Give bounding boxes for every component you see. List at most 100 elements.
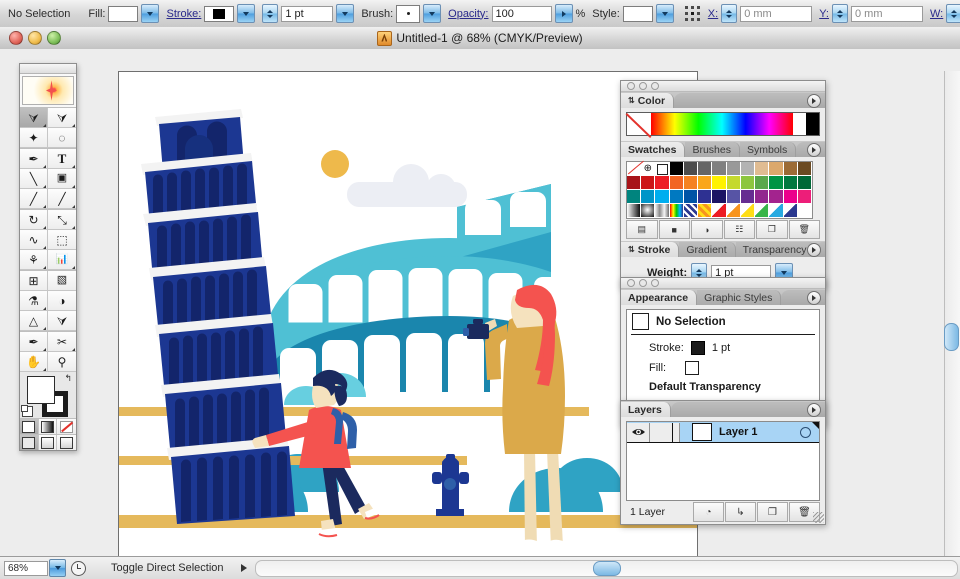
opacity-field[interactable]: 100 [491,5,552,22]
swatch-color[interactable] [726,204,741,218]
tab-layers[interactable]: Layers [621,402,671,417]
create-new-layer-button[interactable]: ❐ [757,502,788,522]
appearance-stroke-row[interactable]: Stroke: 1 pt [627,338,819,358]
tab-stroke[interactable]: ⇅ Stroke [621,242,680,257]
swatch-color[interactable] [797,176,812,190]
tab-swatches[interactable]: Swatches [621,142,686,157]
brush-swatch[interactable] [396,4,421,23]
swatch-color[interactable] [783,204,798,218]
w-stepper[interactable] [946,4,960,23]
layer-target-icon[interactable] [800,426,811,438]
swatch-color[interactable] [740,190,756,204]
direct-selection-tool[interactable]: ⮛ [48,108,76,128]
swatch-registration[interactable]: ⊕ [641,162,656,176]
swatch-color[interactable] [755,176,770,190]
swatch-color[interactable] [740,204,756,218]
swatch-color[interactable] [783,190,798,204]
tab-color[interactable]: ⇅ Color [621,93,675,108]
scissors-tool[interactable]: ✂ [48,332,76,352]
layers-list[interactable]: Layer 1 [626,421,820,501]
create-new-sublayer-button[interactable]: ↳ [725,502,756,522]
fill-dropdown-arrow[interactable] [141,4,160,23]
opacity-dropdown-arrow[interactable] [554,4,573,23]
status-menu-arrow-icon[interactable] [240,564,247,572]
swatch-color[interactable] [726,190,741,204]
pen-tool[interactable]: ✒ [20,149,48,169]
color-spectrum-ramp[interactable] [626,112,820,136]
swatch-color[interactable] [669,176,684,190]
gradient-fill-mode-button[interactable] [38,419,58,434]
tab-symbols[interactable]: Symbols [739,142,797,157]
swatch-color[interactable] [627,176,642,190]
artboard[interactable] [118,71,698,559]
rectangle-tool[interactable]: ▣ [48,169,76,189]
stroke-weight-field[interactable]: 1 pt [281,5,334,22]
y-stepper[interactable] [832,4,848,23]
panel-dots-bar[interactable] [621,81,825,92]
layer-thumbnail[interactable] [692,423,712,441]
swatch-options-button[interactable]: ◑ [691,220,723,239]
color-panel-menu-icon[interactable] [807,94,821,108]
swatch-color[interactable] [712,190,727,204]
tab-brushes[interactable]: Brushes [685,142,740,157]
swatch-color[interactable] [797,162,812,176]
swatch-color[interactable] [755,190,770,204]
hand-tool[interactable]: ✋ [20,352,48,372]
line-segment-tool[interactable]: ╲ [20,169,48,189]
swatch-color[interactable] [783,176,798,190]
layers-panel-group[interactable]: Layers Layer 1 1 Layer ◔ ↳ ❐ 🗑 [620,400,826,525]
swatch-color[interactable] [655,176,670,190]
brush-control[interactable]: Brush: [361,4,442,23]
layers-panel-menu-icon[interactable] [807,403,821,417]
y-field[interactable]: 0 mm [851,5,923,22]
panel-dots-bar[interactable] [621,278,825,289]
swatch-none[interactable] [627,162,642,176]
eyedropper-tool[interactable]: ⚗ [20,291,48,311]
swatch-gradient-white-black[interactable] [627,204,642,218]
brush-dropdown-arrow[interactable] [423,4,442,23]
swatch-grid[interactable]: ⊕ [626,161,813,219]
swatch-color[interactable] [740,176,756,190]
black-color-swatch[interactable] [806,113,819,135]
live-paint-selection-tool[interactable]: ⮛ [48,311,76,331]
appearance-transparency-row[interactable]: Default Transparency [627,378,819,396]
type-tool[interactable]: T [48,149,76,169]
new-swatch-button[interactable]: ❐ [756,220,788,239]
pencil-tool[interactable]: ╱ [48,189,76,209]
stroke-control[interactable]: Stroke: [166,4,256,23]
make-clipping-mask-button[interactable]: ◔ [693,502,724,522]
y-position-control[interactable]: Y: 0 mm [819,4,923,23]
column-graph-tool[interactable]: 📊 [48,250,76,270]
swatch-color[interactable] [726,176,741,190]
live-paint-bucket-tool[interactable]: △ [20,311,48,331]
show-swatch-kinds-button[interactable]: ■ [658,220,690,239]
toolbox-drag-handle[interactable] [20,64,76,74]
delete-swatch-button[interactable]: 🗑 [788,220,820,239]
swatch-color[interactable] [683,176,699,190]
width-control[interactable]: W: 0 mm [930,4,960,23]
swap-fill-stroke-icon[interactable]: ↰ [64,373,72,384]
swatch-color[interactable] [726,162,741,176]
color-swatches-stroke-panel-group[interactable]: ⇅ Color Swatches Brushes Symbols ⊕ ▤ ■ ◑… [620,80,826,289]
paintbrush-tool[interactable]: ╱ [20,189,48,209]
swatch-color[interactable] [627,190,642,204]
w-label[interactable]: W: [930,8,943,20]
swatch-color[interactable] [783,162,798,176]
swatch-color[interactable] [797,190,812,204]
vertical-scroll-thumb[interactable] [944,323,959,351]
swatch-color[interactable] [698,190,713,204]
swatch-color[interactable] [683,190,699,204]
none-color-swatch[interactable] [627,113,651,135]
stroke-weight-dropdown-arrow[interactable] [336,4,355,23]
gradient-tool[interactable]: ▧ [48,271,76,291]
swatch-color[interactable] [769,204,784,218]
swatch-color[interactable] [755,204,770,218]
white-color-swatch[interactable] [793,113,806,135]
eye-icon[interactable] [627,422,650,442]
horizontal-scroll-thumb[interactable] [593,560,622,576]
zoom-level-field[interactable]: 68% [4,560,48,576]
x-position-control[interactable]: X: 0 mm [708,4,813,23]
fill-color-swatch[interactable] [27,376,55,404]
swatch-gradient-rainbow[interactable] [669,204,684,218]
scale-tool[interactable]: ⤡ [48,210,76,230]
